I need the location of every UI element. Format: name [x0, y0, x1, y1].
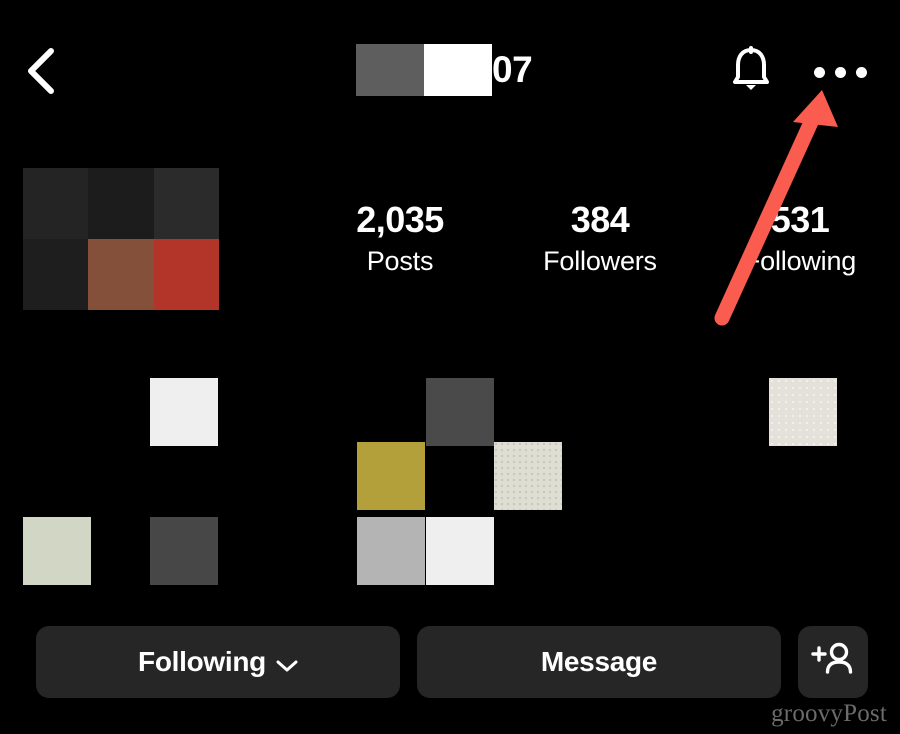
message-button[interactable]: Message: [417, 626, 781, 698]
following-button[interactable]: Following: [36, 626, 400, 698]
profile-avatar-redacted[interactable]: [23, 168, 219, 310]
redacted-block-white: [424, 44, 492, 96]
mosaic-tile: [426, 378, 494, 446]
redacted-block-gray: [356, 44, 424, 96]
stat-following-label: Following: [743, 246, 857, 276]
profile-action-buttons: Following Message: [36, 626, 868, 698]
chevron-down-icon: [276, 648, 298, 680]
notifications-button[interactable]: [722, 44, 780, 98]
chevron-left-icon: [24, 46, 58, 96]
profile-title-text: 07: [492, 49, 533, 90]
mosaic-tile: [426, 517, 494, 585]
more-options-button[interactable]: [808, 54, 872, 90]
mosaic-tile: [150, 378, 218, 446]
back-button[interactable]: [14, 42, 68, 100]
stat-following-value: 531: [770, 199, 830, 240]
mosaic-tile: [23, 517, 91, 585]
avatar-tile: [88, 239, 154, 310]
stat-posts[interactable]: 2,035 Posts: [300, 198, 500, 280]
watermark: groovyPost: [771, 700, 887, 727]
top-navigation-bar: 07: [0, 0, 900, 140]
ellipsis-dot-1: [813, 66, 825, 78]
ellipsis-dot-2: [834, 66, 846, 78]
phone-screen: 07 2,035 Posts 384 Followers 531 Followi…: [0, 0, 900, 734]
avatar-tile: [153, 239, 219, 310]
mosaic-tile: [769, 378, 837, 446]
following-button-label: Following: [138, 646, 266, 677]
redacted-content-mosaic: [0, 360, 900, 600]
bell-icon: [727, 44, 775, 99]
profile-title: 07: [356, 44, 533, 96]
stat-followers-value: 384: [570, 199, 630, 240]
add-person-button[interactable]: [798, 626, 868, 698]
mosaic-tile: [150, 517, 218, 585]
stat-followers-label: Followers: [543, 246, 657, 276]
stat-following[interactable]: 531 Following: [700, 198, 900, 280]
mosaic-tile: [357, 442, 425, 510]
avatar-tile: [88, 168, 154, 239]
message-button-label: Message: [540, 646, 658, 677]
mosaic-tile: [357, 517, 425, 585]
profile-stats: 2,035 Posts 384 Followers 531 Following: [300, 198, 900, 290]
stat-followers[interactable]: 384 Followers: [500, 198, 700, 280]
mosaic-tile: [494, 442, 562, 510]
avatar-tile: [23, 239, 89, 310]
person-add-icon: [811, 641, 855, 684]
stat-posts-value: 2,035: [356, 199, 444, 240]
ellipsis-dot-3: [855, 66, 867, 78]
stat-posts-label: Posts: [366, 246, 434, 276]
avatar-tile: [153, 168, 219, 239]
avatar-tile: [23, 168, 89, 239]
